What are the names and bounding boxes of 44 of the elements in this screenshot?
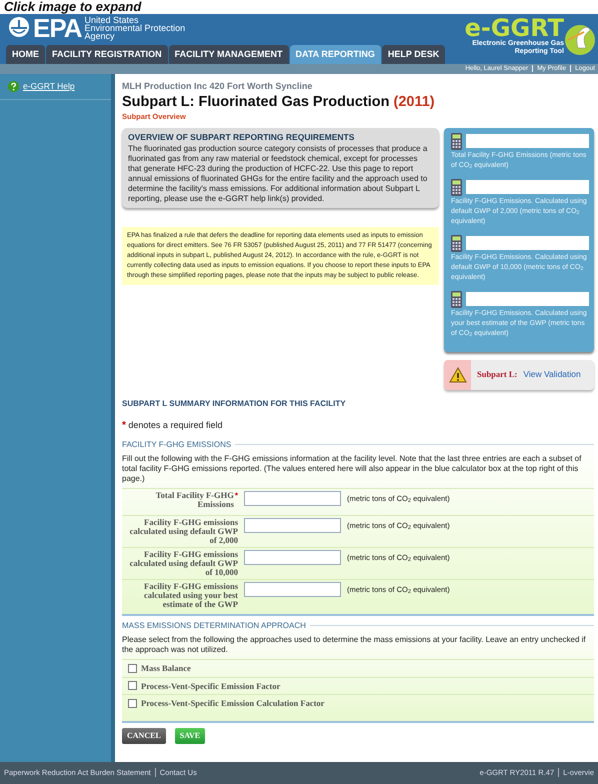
input-field[interactable] bbox=[244, 550, 341, 565]
field-label: Facility F-GHG emissions calculated using default GWP of 10,000 bbox=[128, 550, 238, 577]
validation-label: Subpart L: bbox=[477, 368, 518, 382]
instructions-text: Fill out the following with the F-GHG emissions information at the facility level. Note that the last three entries are each a subset of total facility F-GHG emissions reported. (The values entered here will also appear in the blue calculator box at the top right of this page.) bbox=[122, 454, 582, 484]
fieldset-legend: FACILITY F-GHG EMISSIONS bbox=[122, 438, 232, 451]
help-icon bbox=[8, 80, 19, 92]
calculator-icon bbox=[451, 178, 462, 196]
field-label: Facility F-GHG emissions calculated using default GWP of 2,000 bbox=[128, 518, 238, 545]
input-field[interactable] bbox=[244, 490, 341, 506]
nav-tab[interactable]: FACILITY REGISTRATION bbox=[46, 44, 168, 64]
nav-tab[interactable]: HOME bbox=[6, 44, 45, 64]
required-asterisk: * bbox=[234, 490, 238, 500]
panel-heading: OVERVIEW OF SUBPART REPORTING REQUIREMENTS bbox=[128, 132, 356, 142]
input-field[interactable] bbox=[244, 518, 341, 533]
calculator-icon bbox=[451, 290, 462, 308]
nav-tab[interactable]: HELP DESK bbox=[382, 44, 446, 64]
nav-tab[interactable]: FACILITY MANAGEMENT bbox=[168, 44, 289, 64]
calculator-icon bbox=[451, 132, 462, 150]
agency-name: United States Environmental Protection Agency bbox=[84, 16, 186, 40]
facility-name: MLH Production Inc 420 Fort Worth Syncline bbox=[122, 80, 314, 93]
checkbox[interactable] bbox=[128, 699, 137, 708]
required-asterisk: * bbox=[122, 420, 126, 431]
warning-icon bbox=[448, 366, 466, 383]
overview-text: The fluorinated gas production source category consists of processes that produce a fluorinated gas from any raw material or feedstock chemical, except for processes that generate HFC-23 during the production of HCFC-22. Use this page to report annual emissions of fluorinated GHGs for the entire facility and the approach used to determine the facility's mass emissions. For additional information about Subpart L reporting, please use the e-GGRT help link(s) provided. bbox=[128, 144, 428, 204]
checkbox[interactable] bbox=[128, 681, 137, 690]
agency-logo: EPA bbox=[33, 16, 82, 40]
checkbox-option[interactable]: Mass Balance bbox=[122, 658, 594, 676]
field-label: Facility F-GHG emissions calculated using your best estimate of the GWP bbox=[142, 582, 238, 609]
checkbox[interactable] bbox=[128, 664, 137, 673]
app-logo: e-GGRT bbox=[464, 16, 564, 40]
instructions-text: Please select from the following the approaches used to determine the mass emissions at your facility. Leave an entry unchecked if the approach was not utilized. bbox=[122, 634, 587, 655]
section-heading: SUBPART L SUMMARY INFORMATION FOR THIS FACILITY bbox=[122, 398, 347, 410]
validation-link[interactable]: View Validation bbox=[523, 368, 581, 382]
sidebar-link[interactable]: e-GGRT Help bbox=[0, 74, 111, 100]
input-field[interactable] bbox=[244, 582, 341, 597]
calculator-icon bbox=[451, 234, 462, 252]
field-label: Total Facility F-GHG Emissions bbox=[154, 490, 234, 509]
cancel-button[interactable]: CANCEL bbox=[122, 728, 166, 744]
page-title: Subpart L: Fluorinated Gas Production (2011) bbox=[122, 94, 436, 110]
checkbox-option[interactable]: Process-Vent-Specific Emission Calculation Factor bbox=[122, 694, 594, 712]
image-caption: Click image to expand bbox=[3, 0, 142, 14]
required-note: denotes a required field bbox=[127, 420, 222, 430]
fieldset-legend: MASS EMISSIONS DETERMINATION APPROACH bbox=[122, 620, 306, 632]
checkbox-option[interactable]: Process-Vent-Specific Emission Factor bbox=[122, 676, 594, 694]
